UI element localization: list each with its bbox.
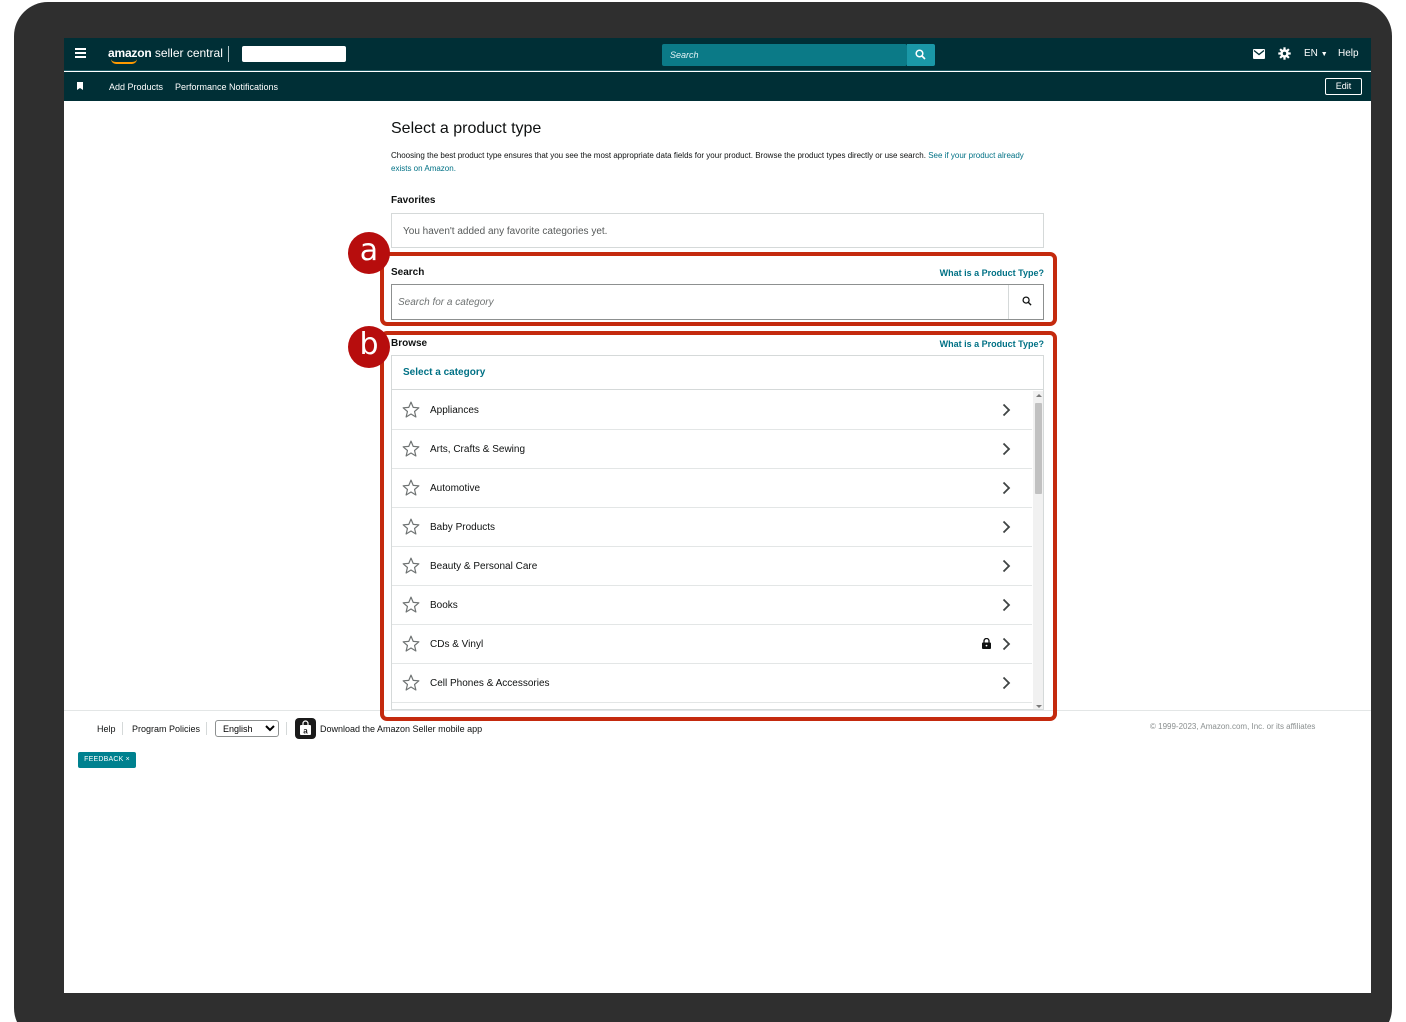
language-label: EN	[1304, 48, 1318, 59]
seller-app-icon[interactable]: a	[295, 718, 316, 739]
edit-bookmarks-button[interactable]: Edit	[1325, 78, 1362, 95]
shopping-bag-icon: a	[300, 720, 311, 736]
logo-brand: amazon	[108, 46, 152, 60]
bookmark-icon[interactable]	[77, 82, 83, 90]
bookmark-add-products[interactable]: Add Products	[109, 82, 163, 92]
top-nav-bar: amazon seller central Search EN ▼ Help	[64, 38, 1371, 71]
help-link[interactable]: Help	[1338, 48, 1359, 59]
annotation-badge-a: a	[348, 232, 390, 274]
gear-icon[interactable]	[1278, 47, 1291, 60]
copyright-text: © 1999-2023, Amazon.com, Inc. or its aff…	[1150, 722, 1316, 731]
favorites-empty-text: You haven't added any favorite categorie…	[403, 226, 608, 237]
description-text: Choosing the best product type ensures t…	[391, 151, 929, 160]
search-section-highlight	[380, 252, 1057, 326]
page-title: Select a product type	[391, 120, 542, 137]
bookmark-performance-notifications[interactable]: Performance Notifications	[175, 82, 278, 92]
browse-section-highlight	[380, 331, 1057, 721]
page-description: Choosing the best product type ensures t…	[391, 149, 1044, 175]
annotation-badge-b: b	[348, 326, 390, 368]
footer-help-link[interactable]: Help	[97, 724, 116, 734]
svg-text:a: a	[303, 727, 308, 736]
seller-central-logo[interactable]: amazon seller central	[108, 45, 223, 64]
footer-program-policies-link[interactable]: Program Policies	[132, 724, 200, 734]
search-icon	[915, 49, 926, 60]
language-menu[interactable]: EN ▼	[1304, 48, 1328, 59]
top-search-input[interactable]	[662, 44, 907, 66]
main-content: Select a product type Choosing the best …	[391, 120, 1044, 710]
favorites-box: You haven't added any favorite categorie…	[391, 213, 1044, 248]
feedback-button[interactable]: FEEDBACK ×	[78, 752, 136, 768]
top-search-button[interactable]	[907, 44, 935, 66]
bookmark-bar: Add Products Performance Notifications E…	[64, 72, 1371, 101]
device-frame: amazon seller central Search EN ▼ Help A…	[14, 2, 1392, 1022]
footer-separator	[122, 722, 123, 735]
logo-product: seller central	[154, 46, 223, 60]
screen: amazon seller central Search EN ▼ Help A…	[64, 38, 1371, 993]
mail-icon[interactable]	[1253, 49, 1265, 59]
account-switcher[interactable]	[242, 46, 346, 62]
footer-language-select[interactable]: English	[215, 720, 279, 737]
caret-down-icon: ▼	[1320, 51, 1328, 58]
footer-separator	[286, 722, 287, 735]
footer-separator	[206, 722, 207, 735]
logo-divider	[228, 46, 229, 62]
favorites-heading: Favorites	[391, 195, 436, 206]
menu-icon[interactable]	[75, 48, 86, 60]
logo-smile-icon	[111, 59, 137, 64]
download-app-link[interactable]: Download the Amazon Seller mobile app	[320, 724, 482, 734]
top-search-field[interactable]	[662, 44, 907, 66]
